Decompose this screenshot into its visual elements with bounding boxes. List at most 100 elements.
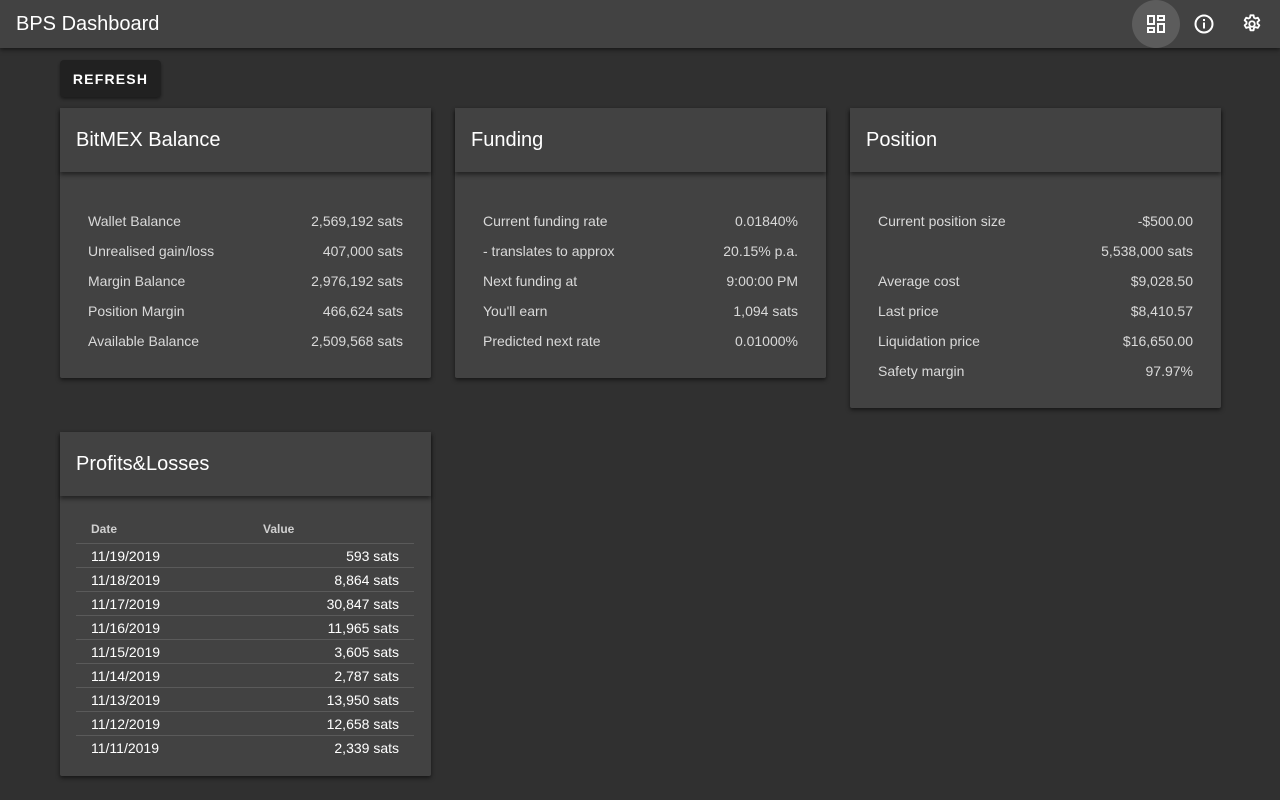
position-row: Safety margin 97.97% — [878, 356, 1193, 386]
refresh-button[interactable]: REFRESH — [60, 60, 161, 97]
position-card-title: Position — [866, 129, 938, 151]
position-list: Current position size -$500.00 5,538,000… — [878, 206, 1193, 386]
balance-row-value: 2,976,192 sats — [311, 273, 403, 289]
funding-row-label: Predicted next rate — [483, 333, 601, 349]
pnl-date: 11/12/2019 — [91, 715, 161, 732]
balance-row-label: Wallet Balance — [88, 213, 181, 229]
pnl-value: 30,847 sats — [326, 595, 399, 612]
funding-card: Funding Current funding rate 0.01840% - … — [455, 108, 826, 378]
funding-row-label: You'll earn — [483, 303, 548, 319]
pnl-date: 11/14/2019 — [91, 667, 161, 684]
balance-row: Margin Balance 2,976,192 sats — [88, 266, 403, 296]
pnl-date: 11/15/2019 — [91, 643, 161, 660]
balance-row-label: Unrealised gain/loss — [88, 243, 215, 259]
pnl-card: Profits&Losses Date Value 11/19/2019 593… — [60, 432, 431, 776]
position-row-value: $16,650.00 — [1122, 333, 1193, 349]
balance-row-value: 407,000 sats — [322, 243, 403, 259]
pnl-value: 11,965 sats — [327, 619, 399, 636]
settings-button[interactable] — [1228, 0, 1276, 48]
funding-row: - translates to approx 20.15% p.a. — [483, 236, 798, 266]
position-row: Average cost $9,028.50 — [878, 266, 1193, 296]
pnl-value: 2,787 sats — [334, 667, 399, 684]
pnl-card-header: Profits&Losses — [60, 432, 431, 496]
pnl-date: 11/18/2019 — [91, 571, 161, 588]
dashboard-icon — [1147, 15, 1165, 33]
pnl-date: 11/11/2019 — [91, 739, 159, 756]
position-row-label: Safety margin — [878, 363, 965, 379]
funding-row-value: 0.01000% — [734, 333, 798, 349]
pnl-date: 11/19/2019 — [91, 547, 161, 564]
funding-row-label: - translates to approx — [483, 243, 615, 259]
pnl-value: 12,658 sats — [326, 715, 399, 732]
table-row: 11/17/2019 30,847 sats — [76, 592, 414, 616]
funding-row-label: Current funding rate — [483, 213, 608, 229]
funding-card-header: Funding — [455, 108, 826, 172]
position-row-label: Current position size — [878, 213, 1006, 229]
pnl-table: Date Value 11/19/2019 593 sats 11/18/201… — [76, 514, 414, 759]
table-row: 11/14/2019 2,787 sats — [76, 664, 414, 688]
balance-card-title: BitMEX Balance — [76, 129, 221, 151]
position-row-value: $8,410.57 — [1130, 303, 1193, 319]
dashboard-button[interactable] — [1132, 0, 1180, 48]
pnl-value: 13,950 sats — [326, 691, 399, 708]
position-row-value: $9,028.50 — [1130, 273, 1193, 289]
pnl-column-date: Date — [91, 521, 118, 536]
balance-card-header: BitMEX Balance — [60, 108, 431, 172]
funding-row: You'll earn 1,094 sats — [483, 296, 798, 326]
settings-icon — [1243, 14, 1261, 32]
app-bar: BPS Dashboard — [0, 0, 1280, 48]
pnl-table-header: Date Value — [76, 514, 414, 544]
position-row-label: Last price — [878, 303, 939, 319]
funding-row-label: Next funding at — [483, 273, 578, 289]
funding-card-title: Funding — [471, 129, 544, 151]
table-row: 11/12/2019 12,658 sats — [76, 712, 414, 736]
pnl-card-title: Profits&Losses — [76, 453, 210, 475]
position-card-header: Position — [850, 108, 1221, 172]
pnl-date: 11/16/2019 — [91, 619, 161, 636]
funding-list: Current funding rate 0.01840% - translat… — [483, 206, 798, 356]
pnl-value: 2,339 sats — [334, 739, 399, 756]
position-row-value: -$500.00 — [1137, 213, 1193, 229]
pnl-value: 593 sats — [346, 547, 399, 564]
app-title: BPS Dashboard — [16, 13, 160, 35]
position-row-value: 97.97% — [1145, 363, 1193, 379]
table-row: 11/15/2019 3,605 sats — [76, 640, 414, 664]
pnl-date: 11/17/2019 — [91, 595, 161, 612]
position-row: Liquidation price $16,650.00 — [878, 326, 1193, 356]
table-row: 11/18/2019 8,864 sats — [76, 568, 414, 592]
position-row-label: Average cost — [878, 273, 960, 289]
balance-list: Wallet Balance 2,569,192 sats Unrealised… — [88, 206, 403, 356]
position-row: Current position size -$500.00 — [878, 206, 1193, 236]
funding-row: Predicted next rate 0.01000% — [483, 326, 798, 356]
balance-row-value: 2,509,568 sats — [311, 333, 403, 349]
funding-row-value: 9:00:00 PM — [726, 273, 798, 289]
pnl-value: 8,864 sats — [334, 571, 399, 588]
balance-row-value: 466,624 sats — [322, 303, 403, 319]
balance-row: Position Margin 466,624 sats — [88, 296, 403, 326]
pnl-date: 11/13/2019 — [91, 691, 161, 708]
position-row: 5,538,000 sats — [878, 236, 1193, 266]
funding-row: Current funding rate 0.01840% — [483, 206, 798, 236]
info-icon — [1194, 14, 1214, 34]
table-row: 11/19/2019 593 sats — [76, 544, 414, 568]
position-row-value: 5,538,000 sats — [1101, 243, 1193, 259]
balance-row: Unrealised gain/loss 407,000 sats — [88, 236, 403, 266]
funding-row-value: 0.01840% — [734, 213, 798, 229]
balance-row-label: Margin Balance — [88, 273, 186, 289]
position-row: Last price $8,410.57 — [878, 296, 1193, 326]
funding-row: Next funding at 9:00:00 PM — [483, 266, 798, 296]
info-button[interactable] — [1180, 0, 1228, 48]
balance-row-label: Position Margin — [88, 303, 185, 319]
table-row: 11/11/2019 2,339 sats — [76, 736, 414, 759]
table-row: 11/13/2019 13,950 sats — [76, 688, 414, 712]
pnl-value: 3,605 sats — [334, 643, 399, 660]
balance-row: Wallet Balance 2,569,192 sats — [88, 206, 403, 236]
position-card: Position Current position size -$500.00 … — [850, 108, 1221, 408]
balance-card: BitMEX Balance Wallet Balance 2,569,192 … — [60, 108, 431, 378]
funding-row-value: 1,094 sats — [733, 303, 798, 319]
balance-row: Available Balance 2,509,568 sats — [88, 326, 403, 356]
pnl-column-value: Value — [263, 521, 295, 536]
balance-row-label: Available Balance — [88, 333, 200, 349]
position-row-label: Liquidation price — [878, 333, 980, 349]
balance-row-value: 2,569,192 sats — [311, 213, 403, 229]
